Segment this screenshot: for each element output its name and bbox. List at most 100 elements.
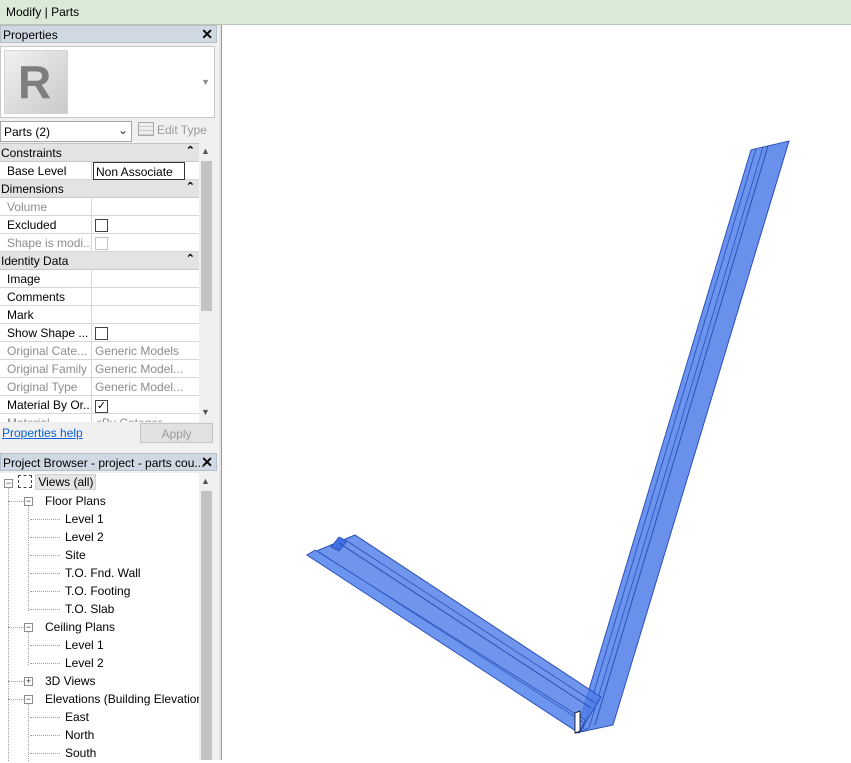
excluded-checkbox[interactable] bbox=[95, 219, 108, 232]
type-dropdown-arrow-icon[interactable]: ▼ bbox=[201, 77, 210, 87]
chevron-down-icon[interactable]: ⌄ bbox=[118, 123, 128, 137]
property-value bbox=[93, 198, 185, 215]
scroll-thumb[interactable] bbox=[201, 491, 212, 760]
properties-scrollbar[interactable]: ▲ ▼ bbox=[199, 143, 214, 422]
scroll-thumb[interactable] bbox=[201, 161, 212, 311]
window-title: Modify | Parts bbox=[6, 5, 80, 19]
edit-type-button[interactable]: Edit Type bbox=[138, 122, 207, 137]
show-shape-checkbox[interactable] bbox=[95, 327, 108, 340]
property-row: Volume bbox=[0, 198, 199, 216]
scroll-up-icon[interactable]: ▲ bbox=[201, 146, 210, 156]
tree-line bbox=[30, 519, 60, 520]
property-name: Excluded bbox=[0, 216, 92, 233]
type-preview: R ▼ bbox=[0, 46, 215, 118]
properties-help-link[interactable]: Properties help bbox=[2, 426, 83, 440]
property-name: Volume bbox=[0, 198, 92, 215]
selected-parts[interactable] bbox=[305, 140, 790, 734]
tree-line bbox=[30, 537, 60, 538]
collapse-icon[interactable]: ⌃ bbox=[186, 180, 195, 193]
tree-node-level-1[interactable]: Level 1 bbox=[65, 638, 104, 652]
views-icon bbox=[18, 475, 32, 488]
tree-node-north[interactable]: North bbox=[65, 728, 94, 742]
collapse-icon[interactable]: ⌃ bbox=[186, 144, 195, 157]
tree-line bbox=[8, 501, 24, 502]
property-value: Generic Model... bbox=[95, 362, 184, 376]
project-browser-title: Project Browser - project - parts cou... bbox=[3, 456, 205, 470]
property-row[interactable]: Material By Or... ✓ bbox=[0, 396, 199, 414]
property-value[interactable] bbox=[93, 270, 185, 287]
tree-node-east[interactable]: East bbox=[65, 710, 89, 724]
tree-node-south[interactable]: South bbox=[65, 746, 96, 760]
base-level-field[interactable]: Non Associate bbox=[93, 162, 185, 180]
panel-splitter[interactable] bbox=[219, 25, 222, 760]
property-row[interactable]: Base Level Non Associate bbox=[0, 162, 199, 180]
property-name: Original Type bbox=[0, 378, 92, 395]
tree-node-to-footing[interactable]: T.O. Footing bbox=[65, 584, 130, 598]
property-row: Original Family Generic Model... bbox=[0, 360, 199, 378]
close-icon[interactable]: ✕ bbox=[201, 454, 213, 471]
property-row[interactable]: Mark bbox=[0, 306, 199, 324]
tree-node-views-all[interactable]: Views (all) bbox=[18, 474, 97, 490]
tree-node-elevations[interactable]: Elevations (Building Elevation bbox=[45, 692, 199, 706]
expand-toggle-icon[interactable]: + bbox=[24, 677, 33, 686]
revit-logo-icon: R bbox=[4, 50, 68, 114]
collapse-toggle-icon[interactable]: − bbox=[24, 695, 33, 704]
property-row[interactable]: Excluded bbox=[0, 216, 199, 234]
properties-grid: Constraints ⌃ Base Level Non Associate Di… bbox=[0, 143, 199, 422]
project-browser-tree: − Views (all) − Floor Plans Level 1 Leve… bbox=[0, 473, 199, 761]
collapse-icon[interactable]: ⌃ bbox=[186, 252, 195, 265]
property-row: Material <By Categor bbox=[0, 414, 199, 422]
model-viewport[interactable] bbox=[223, 25, 851, 760]
collapse-toggle-icon[interactable]: − bbox=[24, 623, 33, 632]
tree-line bbox=[28, 703, 29, 761]
viewport-svg bbox=[305, 140, 790, 734]
tree-node-site[interactable]: Site bbox=[65, 548, 86, 562]
apply-button[interactable]: Apply bbox=[140, 423, 213, 443]
tree-line bbox=[8, 627, 24, 628]
property-name: Original Family bbox=[0, 360, 92, 377]
tree-node-label: Views (all) bbox=[35, 474, 97, 490]
tree-node-to-slab[interactable]: T.O. Slab bbox=[65, 602, 114, 616]
properties-header[interactable]: Properties ✕ bbox=[0, 25, 217, 43]
group-identity-data[interactable]: Identity Data ⌃ bbox=[0, 252, 199, 270]
material-by-original-checkbox[interactable]: ✓ bbox=[95, 400, 108, 413]
browser-scrollbar[interactable]: ▲ bbox=[199, 473, 214, 760]
close-icon[interactable]: ✕ bbox=[201, 26, 213, 43]
property-row[interactable]: Show Shape ... bbox=[0, 324, 199, 342]
property-row[interactable]: Image bbox=[0, 270, 199, 288]
part-edge bbox=[338, 542, 592, 709]
property-row[interactable]: Comments bbox=[0, 288, 199, 306]
collapse-toggle-icon[interactable]: − bbox=[24, 497, 33, 506]
tree-node-level-2[interactable]: Level 2 bbox=[65, 656, 104, 670]
type-selector-value: Parts (2) bbox=[4, 125, 51, 139]
part-edge bbox=[582, 148, 757, 730]
property-value bbox=[93, 216, 185, 233]
property-name: Comments bbox=[0, 288, 92, 305]
tree-node-floor-plans[interactable]: Floor Plans bbox=[45, 494, 106, 508]
tree-node-3d-views[interactable]: 3D Views bbox=[45, 674, 95, 688]
tree-line bbox=[30, 645, 60, 646]
property-value[interactable] bbox=[93, 306, 185, 323]
tree-node-to-fnd-wall[interactable]: T.O. Fnd. Wall bbox=[65, 566, 141, 580]
part-horizontal-top bbox=[306, 549, 586, 734]
tree-node-ceiling-plans[interactable]: Ceiling Plans bbox=[45, 620, 115, 634]
corner-marker bbox=[574, 710, 581, 734]
type-selector[interactable]: Parts (2) ⌄ bbox=[0, 121, 132, 142]
collapse-toggle-icon[interactable]: − bbox=[4, 479, 13, 488]
edit-type-icon bbox=[138, 122, 154, 136]
group-constraints[interactable]: Constraints ⌃ bbox=[0, 144, 199, 162]
scroll-down-icon[interactable]: ▼ bbox=[201, 407, 210, 417]
part-edge bbox=[594, 145, 769, 726]
tree-line bbox=[28, 631, 29, 665]
property-value: Generic Models bbox=[95, 344, 180, 358]
group-dimensions[interactable]: Dimensions ⌃ bbox=[0, 180, 199, 198]
scroll-up-icon[interactable]: ▲ bbox=[201, 476, 210, 486]
part-edge bbox=[318, 551, 584, 723]
tree-node-level-1[interactable]: Level 1 bbox=[65, 512, 104, 526]
project-browser-header[interactable]: Project Browser - project - parts cou...… bbox=[0, 453, 217, 471]
property-value: <By Categor bbox=[93, 414, 185, 422]
property-value: Generic Model... bbox=[95, 380, 184, 394]
tree-node-level-2[interactable]: Level 2 bbox=[65, 530, 104, 544]
tree-line bbox=[8, 487, 9, 761]
property-value[interactable] bbox=[93, 288, 185, 305]
